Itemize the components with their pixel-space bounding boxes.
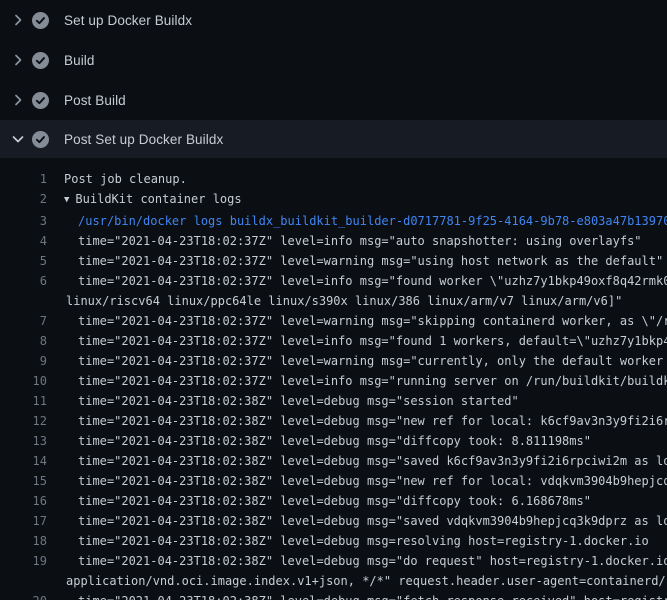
log-line-number[interactable]: 8 [0, 331, 47, 351]
log-line-number[interactable]: 16 [0, 491, 47, 511]
log-line: 13 time="2021-04-23T18:02:38Z" level=debu… [0, 431, 667, 451]
log-text: time="2021-04-23T18:02:38Z" level=debug … [78, 551, 667, 571]
log-line-number[interactable]: 14 [0, 451, 47, 471]
log-text: time="2021-04-23T18:02:38Z" level=debug … [78, 471, 667, 491]
check-circle-icon [32, 52, 49, 69]
step-row-set-up-docker-buildx[interactable]: Set up Docker Buildx [0, 0, 667, 40]
log-text: time="2021-04-23T18:02:38Z" level=debug … [78, 391, 519, 411]
log-line-number[interactable]: 4 [0, 231, 47, 251]
step-status-icon [32, 52, 49, 69]
step-status-icon [32, 92, 49, 109]
log-text: time="2021-04-23T18:02:38Z" level=debug … [78, 451, 667, 471]
log-line-number[interactable]: 15 [0, 471, 47, 491]
log-line: 4 time="2021-04-23T18:02:37Z" level=info … [0, 231, 667, 251]
log-text: time="2021-04-23T18:02:37Z" level=warnin… [78, 351, 667, 371]
log-line: 12 time="2021-04-23T18:02:38Z" level=debu… [0, 411, 667, 431]
log-text: linux/riscv64 linux/ppc64le linux/s390x … [66, 291, 622, 311]
log-text: Post job cleanup. [64, 169, 187, 189]
steps-list: Set up Docker Buildx Build Post Build Post … [0, 0, 667, 158]
log-text: time="2021-04-23T18:02:37Z" level=warnin… [78, 251, 663, 271]
log-text: time="2021-04-23T18:02:38Z" level=debug … [78, 531, 649, 551]
step-label: Set up Docker Buildx [64, 13, 192, 28]
log-line: 1 Post job cleanup. [0, 169, 667, 189]
log-text: time="2021-04-23T18:02:38Z" level=debug … [78, 491, 591, 511]
log-line: 2 ▼ BuildKit container logs [0, 189, 667, 211]
actions-log-viewer: Set up Docker Buildx Build Post Build Post … [0, 0, 667, 600]
group-toggle-icon[interactable]: ▼ [64, 190, 69, 210]
log-text: time="2021-04-23T18:02:37Z" level=info m… [78, 231, 642, 251]
chevron-down-icon[interactable] [10, 131, 26, 147]
log-line-number[interactable]: 18 [0, 531, 47, 551]
step-status-icon [32, 12, 49, 29]
log-line-number[interactable]: 17 [0, 511, 47, 531]
log-text: ▼ BuildKit container logs [64, 189, 242, 211]
log-line-number[interactable]: 9 [0, 351, 47, 371]
log-text: time="2021-04-23T18:02:38Z" level=debug … [78, 511, 667, 531]
log-line: 17 time="2021-04-23T18:02:38Z" level=debu… [0, 511, 667, 531]
log-line: 7 time="2021-04-23T18:02:37Z" level=warni… [0, 311, 667, 331]
chevron-right-icon [10, 12, 26, 28]
group-title[interactable]: BuildKit container logs [75, 192, 241, 206]
log-line-number[interactable]: 10 [0, 371, 47, 391]
log-line-number[interactable]: 11 [0, 391, 47, 411]
chevron-down-icon [10, 131, 26, 147]
chevron-right-icon[interactable] [10, 12, 26, 28]
log-line-number[interactable]: 5 [0, 251, 47, 271]
log-text: time="2021-04-23T18:02:38Z" level=debug … [78, 411, 667, 431]
log-line-wrap: application/vnd.oci.image.index.v1+json,… [0, 571, 667, 591]
log-line-number[interactable]: 20 [0, 591, 47, 600]
log-text: application/vnd.oci.image.index.v1+json,… [66, 571, 667, 591]
log-line-number [0, 291, 47, 311]
log-line: 20 time="2021-04-23T18:02:38Z" level=debu… [0, 591, 667, 600]
log-line-number[interactable]: 6 [0, 271, 47, 291]
log-line: 3/usr/bin/docker logs buildx_buildkit_bu… [0, 211, 667, 231]
step-label: Build [64, 53, 95, 68]
step-label: Post Build [64, 93, 126, 108]
step-status-icon [32, 131, 49, 148]
log-text: time="2021-04-23T18:02:37Z" level=info m… [78, 331, 667, 351]
step-label: Post Set up Docker Buildx [64, 132, 223, 147]
log-output: 1 Post job cleanup. 2 ▼ BuildKit container l… [0, 158, 667, 600]
log-line-number[interactable]: 2 [0, 189, 47, 211]
check-circle-icon [32, 12, 49, 29]
log-line: 15 time="2021-04-23T18:02:38Z" level=debu… [0, 471, 667, 491]
log-line-number[interactable]: 1 [0, 169, 47, 189]
check-circle-icon [32, 92, 49, 109]
log-line: 18 time="2021-04-23T18:02:38Z" level=debu… [0, 531, 667, 551]
log-text: time="2021-04-23T18:02:37Z" level=info m… [78, 271, 667, 291]
step-row-build[interactable]: Build [0, 40, 667, 80]
log-line: 6 time="2021-04-23T18:02:37Z" level=info … [0, 271, 667, 291]
chevron-right-icon[interactable] [10, 52, 26, 68]
log-line: 11 time="2021-04-23T18:02:38Z" level=debu… [0, 391, 667, 411]
log-line-wrap: linux/riscv64 linux/ppc64le linux/s390x … [0, 291, 667, 311]
log-line-number[interactable]: 3 [0, 211, 47, 231]
log-line: 5 time="2021-04-23T18:02:37Z" level=warni… [0, 251, 667, 271]
step-row-post-set-up-docker-buildx[interactable]: Post Set up Docker Buildx [0, 120, 667, 158]
log-command-text: /usr/bin/docker logs buildx_buildkit_bui… [78, 211, 667, 231]
log-line: 8 time="2021-04-23T18:02:37Z" level=info … [0, 331, 667, 351]
log-line-number[interactable]: 13 [0, 431, 47, 451]
log-text: time="2021-04-23T18:02:37Z" level=info m… [78, 371, 667, 391]
check-circle-icon [32, 131, 49, 148]
log-line-number[interactable]: 19 [0, 551, 47, 571]
chevron-right-icon[interactable] [10, 92, 26, 108]
log-line: 14 time="2021-04-23T18:02:38Z" level=debu… [0, 451, 667, 471]
log-line-number [0, 571, 47, 591]
step-row-post-build[interactable]: Post Build [0, 80, 667, 120]
log-text: time="2021-04-23T18:02:37Z" level=warnin… [78, 311, 667, 331]
log-line: 9 time="2021-04-23T18:02:37Z" level=warni… [0, 351, 667, 371]
log-line: 19 time="2021-04-23T18:02:38Z" level=debu… [0, 551, 667, 571]
log-line-number[interactable]: 7 [0, 311, 47, 331]
chevron-right-icon [10, 92, 26, 108]
log-text: time="2021-04-23T18:02:38Z" level=debug … [78, 591, 667, 600]
log-line: 10 time="2021-04-23T18:02:37Z" level=info… [0, 371, 667, 391]
log-text: time="2021-04-23T18:02:38Z" level=debug … [78, 431, 591, 451]
log-line-number[interactable]: 12 [0, 411, 47, 431]
chevron-right-icon [10, 52, 26, 68]
log-line: 16 time="2021-04-23T18:02:38Z" level=debu… [0, 491, 667, 511]
